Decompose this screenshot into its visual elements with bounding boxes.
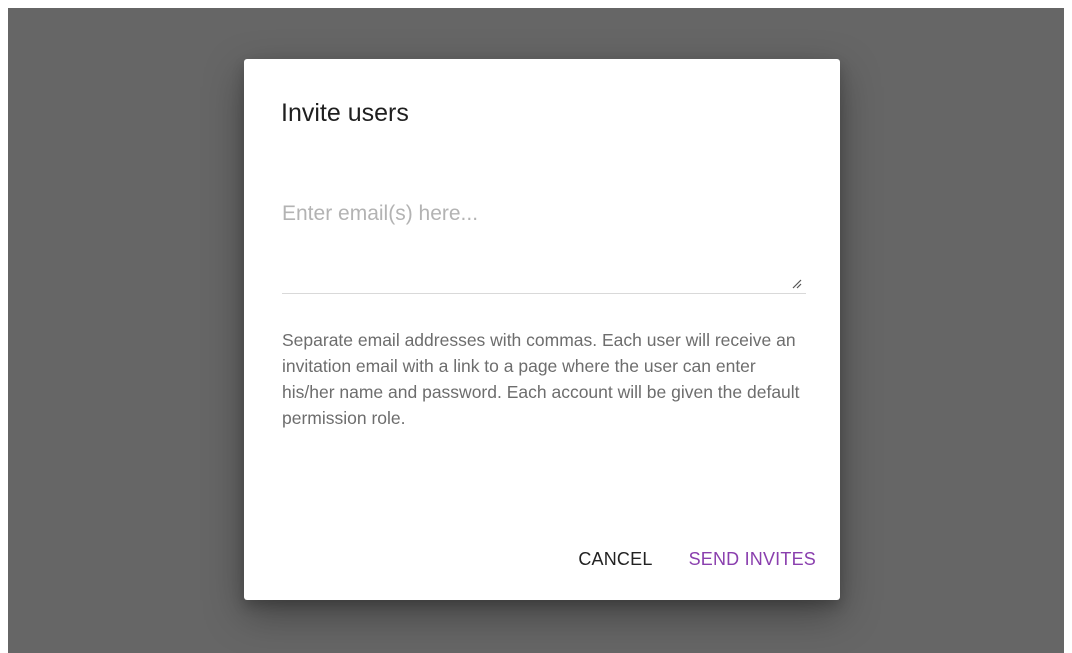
help-text: Separate email addresses with commas. Ea… — [282, 330, 800, 428]
email-input[interactable] — [282, 195, 806, 293]
dialog-title: Invite users — [281, 99, 409, 127]
email-field-container — [282, 195, 806, 294]
send-invites-button[interactable]: SEND INVITES — [689, 547, 816, 571]
invite-users-dialog: Invite users Separate email addresses wi… — [244, 59, 840, 600]
dialog-actions: CANCEL SEND INVITES — [578, 547, 816, 571]
cancel-button[interactable]: CANCEL — [578, 547, 652, 571]
resize-handle-icon[interactable] — [790, 277, 802, 289]
